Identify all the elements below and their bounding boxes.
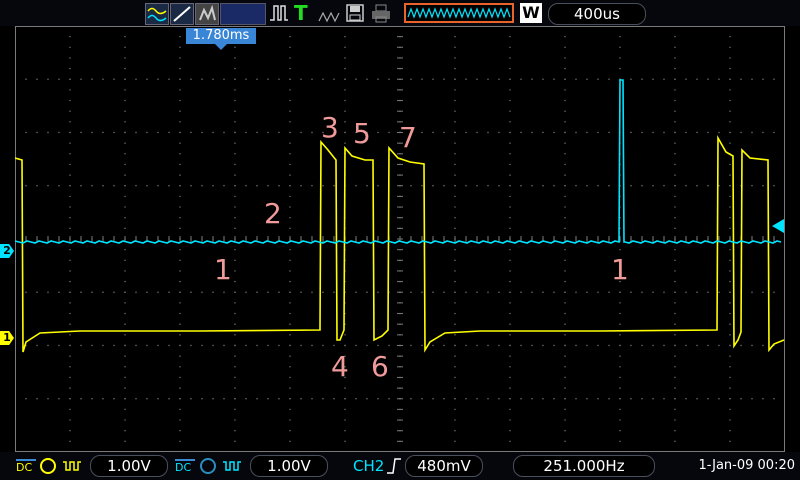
ch1-invert-icon[interactable] <box>62 458 82 474</box>
trigger-level-marker[interactable] <box>772 219 784 233</box>
pulse-trigger-icon[interactable] <box>268 3 290 23</box>
persistence-icon[interactable] <box>195 3 219 25</box>
wide-mode-icon[interactable] <box>404 3 514 23</box>
trigger-mode-icon[interactable]: T <box>294 2 312 24</box>
ch2-bandwidth-limit-icon[interactable] <box>200 458 216 474</box>
ch2-coupling[interactable]: DC <box>175 459 195 475</box>
run-mode-icon[interactable] <box>220 3 266 25</box>
waveform-icon[interactable] <box>145 3 169 25</box>
timebase-display[interactable]: 400us <box>548 3 646 25</box>
trigger-position-marker[interactable]: 1.780ms <box>186 28 256 44</box>
ch1-waveform <box>15 135 785 353</box>
wide-mode-label[interactable]: W <box>520 3 542 23</box>
ch2-waveform <box>15 79 782 244</box>
ch2-level-marker[interactable]: 2 <box>0 244 14 258</box>
trigger-source[interactable]: CH2 <box>353 456 385 476</box>
save-icon[interactable] <box>345 3 365 23</box>
frequency-counter-display: 251.000Hz <box>513 455 655 477</box>
print-icon[interactable] <box>370 3 392 23</box>
graticule-grid <box>15 26 785 452</box>
waveform-display[interactable] <box>15 26 785 452</box>
ch2-invert-icon[interactable] <box>222 458 242 474</box>
annotation-label: 4 <box>331 350 349 383</box>
annotation-label: 5 <box>353 117 371 150</box>
ch1-scale-display[interactable]: 1.00V <box>90 455 168 477</box>
top-toolbar: T W 400us <box>0 0 800 26</box>
ch1-coupling[interactable]: DC <box>16 459 36 475</box>
date-time-display: 1-Jan-09 00:20 <box>698 458 795 473</box>
memory-depth-icon[interactable] <box>318 8 340 23</box>
annotation-label: 7 <box>399 121 417 154</box>
annotation-label: 3 <box>321 111 339 144</box>
annotation-label: 6 <box>371 350 389 383</box>
ch2-scale-display[interactable]: 1.00V <box>250 455 328 477</box>
ch1-level-marker[interactable]: 1 <box>0 331 14 345</box>
ch1-bandwidth-limit-icon[interactable] <box>40 458 56 474</box>
trigger-edge-icon[interactable] <box>170 3 194 25</box>
trigger-rising-edge-icon[interactable] <box>386 457 402 475</box>
trigger-level-display[interactable]: 480mV <box>405 455 483 477</box>
annotation-label: 2 <box>264 197 282 230</box>
trigger-position-pointer <box>215 44 227 50</box>
annotation-label: 1 <box>214 253 232 286</box>
annotation-label: 1 <box>611 253 629 286</box>
bottom-status-bar: DC 1.00V DC 1.00V CH2 480mV 251.000Hz 1-… <box>0 452 800 480</box>
